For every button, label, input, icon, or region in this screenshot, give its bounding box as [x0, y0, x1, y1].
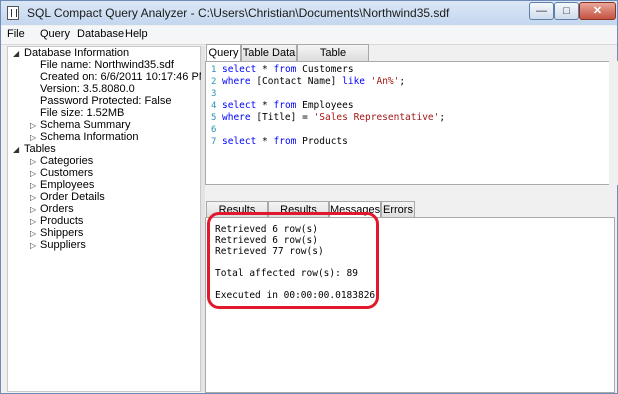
sql-text: [Contact Name] — [250, 76, 343, 87]
sql-keyword: select — [222, 100, 257, 111]
line-number: 4 — [211, 101, 217, 111]
code-line: select * from Employees — [222, 100, 354, 111]
info-version: Version: 3.5.8080.0 — [40, 83, 135, 95]
editor-results-splitter[interactable] — [205, 185, 617, 199]
tree-node-schema-information[interactable]: Schema Information — [40, 131, 138, 143]
maximize-button[interactable]: □ — [554, 2, 579, 20]
table-item[interactable]: Orders — [40, 203, 74, 215]
collapse-icon[interactable]: ◢ — [13, 50, 20, 58]
sql-text: Employees — [296, 100, 354, 111]
sql-text: Customers — [296, 64, 354, 75]
sql-keyword: where — [222, 112, 251, 123]
line-number: 1 — [211, 65, 217, 75]
sql-keyword: from — [273, 100, 297, 111]
sql-text: * — [256, 64, 274, 75]
code-line: select * from Products — [222, 136, 348, 147]
tree-node-tables[interactable]: Tables — [24, 143, 56, 155]
tab-table-properties[interactable]: Table Properties — [297, 44, 369, 75]
table-item[interactable]: Suppliers — [40, 239, 86, 251]
line-number-gutter: 1 2 3 4 5 6 7 — [206, 62, 219, 184]
menu-bar: File Query Database Help — [1, 26, 617, 45]
sql-string: 'Sales Representative' — [313, 112, 440, 123]
expand-icon[interactable]: ▷ — [30, 242, 37, 250]
table-item[interactable]: Products — [40, 215, 83, 227]
query-editor[interactable]: 1 2 3 4 5 6 7 select * from Customers whe… — [205, 61, 613, 185]
tab-table-data[interactable]: Table Data — [241, 44, 297, 61]
menu-file[interactable]: File — [7, 28, 25, 40]
table-item[interactable]: Customers — [40, 167, 93, 179]
title-bar[interactable]: SQL Compact Query Analyzer - C:\Users\Ch… — [1, 1, 617, 25]
expand-icon[interactable]: ▷ — [30, 134, 37, 142]
sql-text: * — [256, 136, 274, 147]
close-button[interactable]: ✕ — [579, 2, 616, 20]
query-tabs: Query Table Data Table Properties — [206, 44, 617, 75]
sql-keyword: from — [273, 64, 297, 75]
app-window: SQL Compact Query Analyzer - C:\Users\Ch… — [0, 0, 618, 394]
sql-text: ; — [439, 112, 446, 123]
minimize-button[interactable]: — — [529, 2, 554, 20]
expand-icon[interactable]: ▷ — [30, 218, 37, 226]
line-number: 3 — [211, 89, 217, 99]
menu-database[interactable]: Database — [77, 28, 124, 40]
sql-keyword: from — [273, 136, 297, 147]
sql-keyword: select — [222, 136, 257, 147]
collapse-icon[interactable]: ◢ — [13, 146, 20, 154]
info-file-size: File size: 1.52MB — [40, 107, 125, 119]
tab-query[interactable]: Query — [206, 44, 241, 62]
expand-icon[interactable]: ▷ — [30, 206, 37, 214]
table-item[interactable]: Categories — [40, 155, 93, 167]
sql-text: [Title] = — [250, 112, 314, 123]
app-icon — [7, 6, 19, 20]
expand-icon[interactable]: ▷ — [30, 182, 37, 190]
expand-icon[interactable]: ▷ — [30, 230, 37, 238]
info-created-on: Created on: 6/6/2011 10:17:46 PM — [40, 71, 208, 83]
line-number: 2 — [211, 77, 217, 87]
sql-keyword: select — [222, 64, 257, 75]
expand-icon[interactable]: ▷ — [30, 170, 37, 178]
table-item[interactable]: Shippers — [40, 227, 83, 239]
sql-keyword: like — [342, 76, 366, 87]
table-item[interactable]: Employees — [40, 179, 94, 191]
menu-query[interactable]: Query — [40, 28, 70, 40]
menu-help[interactable]: Help — [125, 28, 148, 40]
sql-text: * — [256, 100, 274, 111]
sql-text: ; — [399, 76, 406, 87]
highlight-annotation — [207, 212, 379, 309]
database-tree: ◢ Database Information File name: Northw… — [7, 46, 208, 392]
table-item[interactable]: Order Details — [40, 191, 105, 203]
code-line: where [Title] = 'Sales Representative'; — [222, 112, 445, 123]
code-line: where [Contact Name] like 'An%'; — [222, 76, 405, 87]
line-number: 5 — [211, 113, 217, 123]
tree-node-database-information[interactable]: Database Information — [24, 47, 129, 59]
sql-text: Products — [296, 136, 348, 147]
line-number: 7 — [211, 137, 217, 147]
line-number: 6 — [211, 125, 217, 135]
sql-keyword: where — [222, 76, 251, 87]
expand-icon[interactable]: ▷ — [30, 158, 37, 166]
info-password-protected: Password Protected: False — [40, 95, 172, 107]
editor-scrollbar[interactable] — [609, 61, 618, 185]
info-file-name: File name: Northwind35.sdf — [40, 59, 174, 71]
sql-string: 'An%' — [370, 76, 400, 87]
tab-errors[interactable]: Errors — [381, 201, 415, 218]
window-title: SQL Compact Query Analyzer - C:\Users\Ch… — [27, 6, 450, 20]
expand-icon[interactable]: ▷ — [30, 194, 37, 202]
expand-icon[interactable]: ▷ — [30, 122, 37, 130]
code-line: select * from Customers — [222, 64, 354, 75]
tree-node-schema-summary[interactable]: Schema Summary — [40, 119, 130, 131]
